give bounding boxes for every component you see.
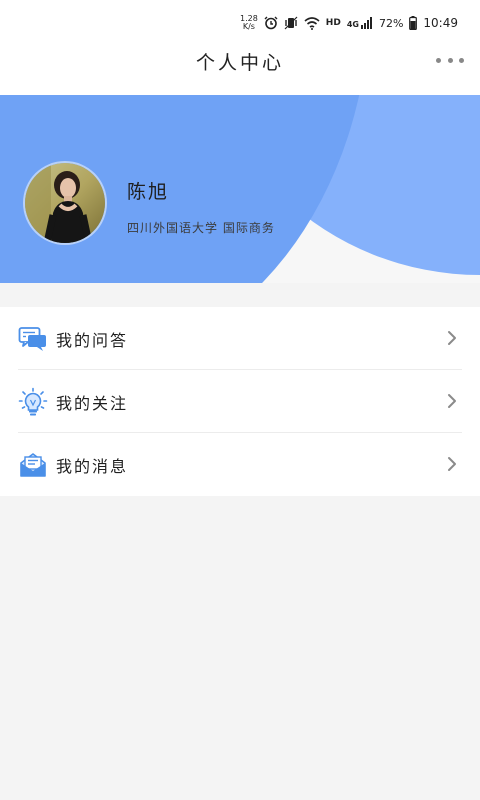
vibrate-icon <box>284 16 298 30</box>
wifi-icon <box>304 16 320 30</box>
menu-item-label: 我的消息 <box>56 457 129 476</box>
menu-item-label: 我的问答 <box>56 331 129 350</box>
page-title: 个人中心 <box>195 52 284 74</box>
avatar[interactable] <box>25 163 105 243</box>
battery-percent: 72% <box>378 16 404 30</box>
signal-label: 4G <box>346 20 359 29</box>
clock-time: 10:49 <box>423 16 458 30</box>
lightbulb-icon <box>18 387 48 417</box>
alarm-icon <box>264 16 278 30</box>
more-dot-icon <box>436 57 441 63</box>
more-options-button[interactable] <box>436 52 464 68</box>
status-bar: 1.28 K/s HD 4G 72% 10:49 <box>0 0 480 40</box>
menu-item-label: 我的关注 <box>56 394 129 413</box>
status-icons: 1.28 K/s HD 4G 72% 10:49 <box>240 15 458 31</box>
signal-icon: 4G <box>347 17 373 29</box>
net-speed-unit: K/s <box>242 22 255 31</box>
more-dot-icon <box>447 57 453 63</box>
chat-bubbles-icon <box>18 324 48 354</box>
chevron-right-icon <box>446 456 458 472</box>
chevron-right-icon <box>446 393 458 409</box>
menu-item-my-messages[interactable]: 我的消息 <box>18 433 462 495</box>
profile-menu: 我的问答 我的关注 我的消息 <box>0 307 480 496</box>
menu-item-my-follows[interactable]: 我的关注 <box>18 370 462 433</box>
battery-icon <box>409 16 418 30</box>
menu-item-my-qa[interactable]: 我的问答 <box>18 307 462 370</box>
envelope-icon <box>18 450 48 480</box>
title-bar: 个人中心 <box>0 40 480 95</box>
avatar-photo <box>25 163 105 243</box>
profile-banner: 陈旭 四川外国语大学 国际商务 <box>0 95 480 283</box>
chevron-right-icon <box>446 330 458 346</box>
more-dot-icon <box>459 57 464 63</box>
user-name: 陈旭 <box>127 181 170 203</box>
net-speed: 1.28 K/s <box>240 15 258 31</box>
network-type-label: HD <box>325 18 341 28</box>
user-school-major: 四川外国语大学 国际商务 <box>127 221 275 235</box>
